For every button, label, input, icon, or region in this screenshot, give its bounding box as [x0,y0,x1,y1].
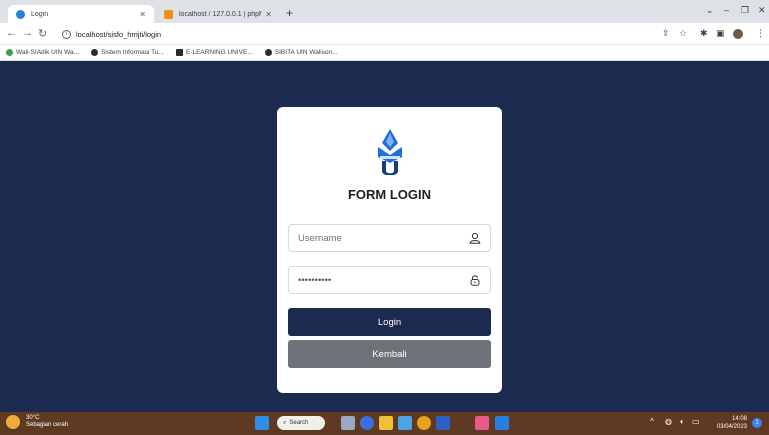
close-tab-icon[interactable]: ✕ [265,10,272,19]
globe-icon [91,49,99,56]
address-bar[interactable]: i localhost/sisfo_hmjti/login [62,26,692,42]
tab-title: localhost / 127.0.0.1 | phpMyAdn [179,10,261,18]
bookmark-label: Wali-SIAdik UIN Wa... [16,49,80,56]
university-logo [378,129,402,175]
mail-icon[interactable] [398,416,412,430]
bookmark-label: Sistem Informasi Tu... [101,49,164,56]
profile-avatar[interactable] [733,29,743,39]
side-panel-icon[interactable]: ▣ [716,28,725,39]
teams-chat-icon[interactable] [360,416,374,430]
password-input[interactable] [298,274,469,286]
close-window-icon[interactable]: ✕ [758,5,766,16]
weather-sun-icon [6,415,20,429]
time: 14:08 [731,416,747,422]
menu-icon[interactable]: ⋮ [756,28,765,39]
battery-icon[interactable]: ▭ [692,417,700,426]
volume-icon[interactable]: ◖ [679,417,684,426]
site-logo-icon [16,9,25,19]
bookmark-star-icon[interactable]: ☆ [679,28,687,39]
tab-search-icon[interactable]: ⌄ [706,5,714,16]
tab-title: Login [31,10,49,18]
username-field[interactable] [288,224,491,252]
weather-widget[interactable]: 30°C Sebagian cerah [6,415,68,429]
file-explorer-icon[interactable] [379,416,393,430]
browser-toolbar: ← → ↻ i localhost/sisfo_hmjti/login ⇪ ☆ … [0,23,769,45]
username-input[interactable] [298,232,469,244]
lock-icon [470,275,480,286]
chevron-up-icon[interactable]: ^ [650,417,654,426]
chrome-icon[interactable] [417,416,431,430]
tab-login[interactable]: Login ✕ [8,5,154,23]
start-windows-icon[interactable] [255,416,269,430]
bookmark-label: E-LEARNING UNIVE... [185,49,253,56]
tab-phpmyadmin[interactable]: localhost / 127.0.0.1 | phpMyAdn ✕ [156,5,280,23]
date: 03/04/2023 [716,424,747,430]
search-icon: ⌕ [283,419,287,426]
close-tab-icon[interactable]: ✕ [139,10,146,19]
bookmarks-bar: Wali-SIAdik UIN Wa... Sistem Informasi T… [0,45,769,61]
phpmyadmin-icon [164,9,173,19]
elearning-icon [175,49,183,56]
restore-icon[interactable]: ❐ [741,5,749,16]
globe-icon [264,49,272,56]
form-title: FORM LOGIN [347,187,432,202]
word-icon[interactable] [436,416,450,430]
user-icon [469,232,481,244]
bookmark-siadik[interactable]: Wali-SIAdik UIN Wa... [6,49,79,56]
tab-strip: Login ✕ localhost / 127.0.0.1 | phpMyAdn… [0,0,769,23]
share-icon[interactable]: ⇪ [662,28,670,39]
page-background: FORM LOGIN Login Kembali [0,62,769,412]
clock[interactable]: 14:08 03/04/2023 [707,415,747,431]
network-icon[interactable]: ◍ [665,417,672,426]
password-field[interactable] [288,266,491,294]
search-label: Search [289,420,309,426]
xampp-icon[interactable] [475,416,489,430]
bookmark-favicon-icon [6,49,13,56]
taskbar-search[interactable]: ⌕ Search [277,416,325,430]
back-icon[interactable]: ← [6,27,17,39]
login-card: FORM LOGIN Login Kembali [277,107,502,393]
notification-badge[interactable]: 1 [752,418,762,428]
login-button[interactable]: Login [288,308,491,336]
extensions-icon[interactable]: ✱ [700,28,708,39]
bookmark-sibita[interactable]: SIBITA UIN Walison... [264,49,338,56]
task-view-icon[interactable] [341,416,355,430]
bookmark-sistem-informasi[interactable]: Sistem Informasi Tu... [91,49,164,56]
temperature: 30°C [26,415,40,421]
bookmark-label: SIBITA UIN Walison... [274,49,338,56]
url-text: localhost/sisfo_hmjti/login [76,29,162,39]
vscode-icon[interactable] [495,416,509,430]
new-tab-button[interactable]: + [286,6,293,20]
weather-condition: Sebagian cerah [26,422,69,428]
back-button[interactable]: Kembali [288,340,491,368]
forward-icon[interactable]: → [22,27,33,39]
bookmark-elearning[interactable]: E-LEARNING UNIVE... [175,49,253,56]
windows-taskbar: 30°C Sebagian cerah ⌕ Search ^ ◍ ◖ ▭ 14:… [0,412,769,435]
reload-icon[interactable]: ↻ [38,27,47,40]
minimize-icon[interactable]: – [724,5,729,15]
site-info-icon[interactable]: i [62,29,71,39]
